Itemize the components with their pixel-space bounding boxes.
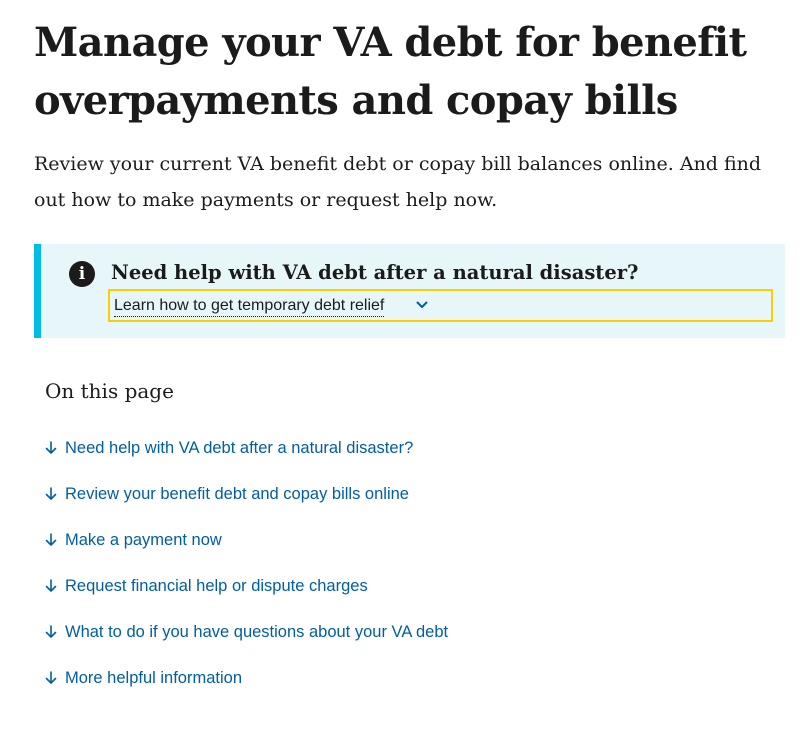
- arrow-down-icon: [45, 441, 57, 454]
- toc-link-label[interactable]: Review your benefit debt and copay bills…: [65, 480, 409, 508]
- page-title: Manage your VA debt for benefit overpaym…: [34, 19, 747, 124]
- toc-link-review-online[interactable]: Review your benefit debt and copay bills…: [45, 480, 409, 508]
- toc-link-questions[interactable]: What to do if you have questions about y…: [45, 618, 448, 646]
- toc-link-label[interactable]: More helpful information: [65, 664, 242, 692]
- toc-link-make-payment[interactable]: Make a payment now: [45, 526, 222, 554]
- toc-item: Request financial help or dispute charge…: [45, 572, 448, 618]
- toc-link-label[interactable]: Need help with VA debt after a natural d…: [65, 434, 413, 462]
- arrow-down-icon: [45, 533, 57, 546]
- debt-relief-expander[interactable]: Learn how to get temporary debt relief: [108, 289, 773, 322]
- toc-item: Review your benefit debt and copay bills…: [45, 480, 448, 526]
- on-this-page-heading: On this page: [45, 379, 174, 403]
- toc-link-natural-disaster[interactable]: Need help with VA debt after a natural d…: [45, 434, 413, 462]
- info-icon: i: [69, 261, 95, 287]
- toc-link-more-info[interactable]: More helpful information: [45, 664, 242, 692]
- toc-link-label[interactable]: Make a payment now: [65, 526, 222, 554]
- toc-item: Make a payment now: [45, 526, 448, 572]
- arrow-down-icon: [45, 671, 57, 684]
- arrow-down-icon: [45, 487, 57, 500]
- page: Manage your VA debt for benefit overpaym…: [0, 0, 800, 729]
- toc-link-label[interactable]: Request financial help or dispute charge…: [65, 572, 368, 600]
- toc-item: More helpful information: [45, 664, 448, 710]
- arrow-down-icon: [45, 579, 57, 592]
- info-alert: i Need help with VA debt after a natural…: [34, 244, 785, 338]
- toc-link-financial-help[interactable]: Request financial help or dispute charge…: [45, 572, 368, 600]
- toc-item: What to do if you have questions about y…: [45, 618, 448, 664]
- arrow-down-icon: [45, 625, 57, 638]
- alert-heading: Need help with VA debt after a natural d…: [111, 261, 639, 284]
- page-intro: Review your current VA benefit debt or c…: [34, 153, 762, 211]
- expander-label[interactable]: Learn how to get temporary debt relief: [114, 296, 385, 317]
- on-this-page-list: Need help with VA debt after a natural d…: [45, 434, 448, 710]
- toc-item: Need help with VA debt after a natural d…: [45, 434, 448, 480]
- toc-link-label[interactable]: What to do if you have questions about y…: [65, 618, 448, 646]
- chevron-down-icon[interactable]: [415, 298, 429, 312]
